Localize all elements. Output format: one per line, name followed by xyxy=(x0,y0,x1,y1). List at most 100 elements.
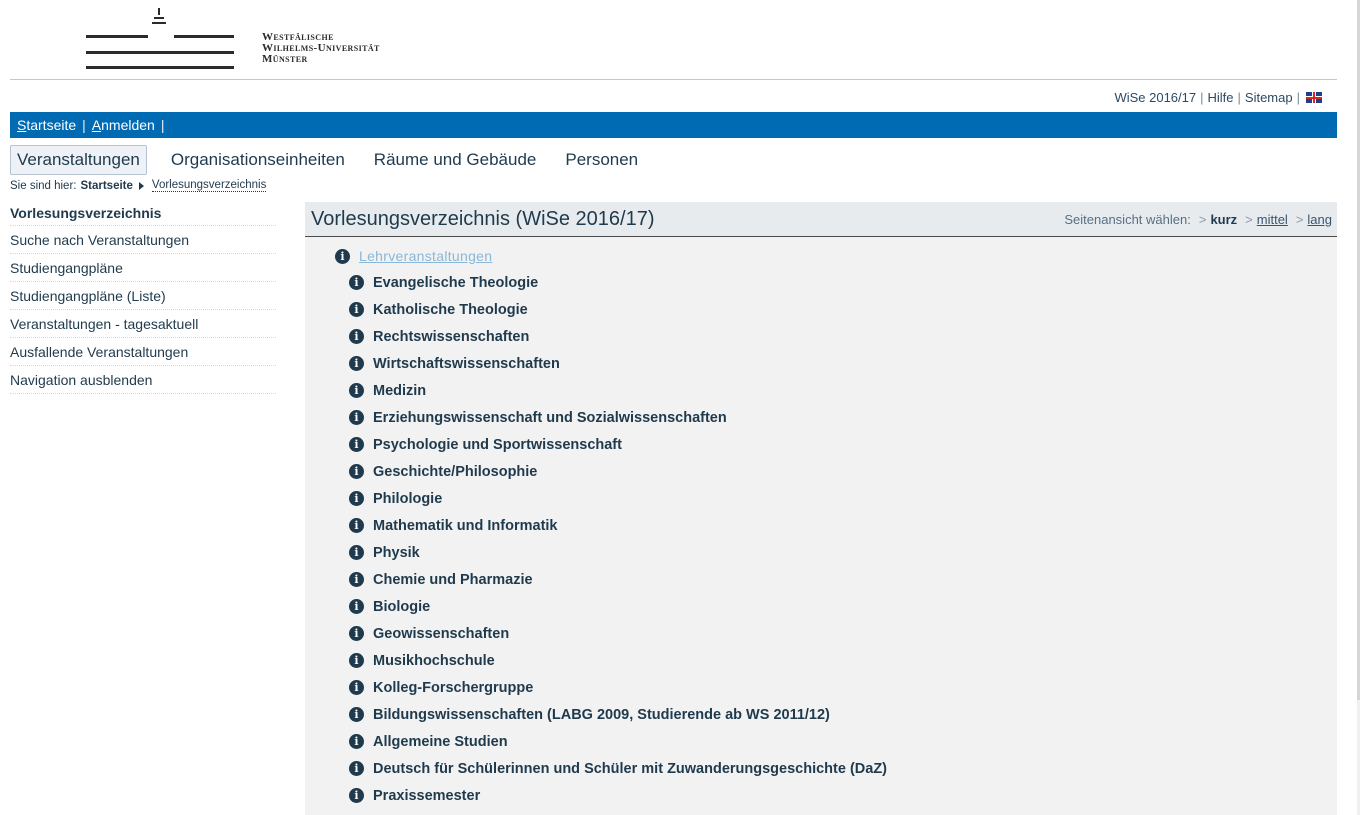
info-icon[interactable]: i xyxy=(349,788,364,803)
tree-item-label[interactable]: Philologie xyxy=(373,491,442,507)
info-icon[interactable]: i xyxy=(349,761,364,776)
info-icon[interactable]: i xyxy=(349,653,364,668)
tree-item-label[interactable]: Biologie xyxy=(373,599,430,615)
main-tabs: Veranstaltungen Organisationseinheiten R… xyxy=(10,143,662,177)
sitemap-link[interactable]: Sitemap xyxy=(1245,90,1293,105)
tree-item-label[interactable]: Praxissemester xyxy=(373,788,480,804)
tree-item: i Psychologie und Sportwissenschaft xyxy=(305,431,1337,458)
info-icon[interactable]: i xyxy=(349,572,364,587)
separator: | xyxy=(1200,90,1204,105)
tree-item-label[interactable]: Bildungswissenschaften (LABG 2009, Studi… xyxy=(373,707,830,723)
home-link[interactable]: Startseite xyxy=(17,117,76,133)
info-icon[interactable]: i xyxy=(349,626,364,641)
home-link-accesskey: S xyxy=(17,117,27,133)
tree-item: i Biologie xyxy=(305,593,1337,620)
separator: | xyxy=(1237,90,1241,105)
login-link-accesskey: A xyxy=(91,117,102,133)
chevron-right-icon: > xyxy=(1295,211,1304,227)
tree-item-label[interactable]: Rechtswissenschaften xyxy=(373,329,529,345)
tree-item: i Deutsch für Schülerinnen und Schüler mi… xyxy=(305,755,1337,782)
sidebar-item-studiengangplaene[interactable]: Studiengangpläne xyxy=(10,254,276,282)
info-icon[interactable]: i xyxy=(335,248,350,264)
info-icon[interactable]: i xyxy=(349,383,364,398)
tab-organisationseinheiten[interactable]: Organisationseinheiten xyxy=(166,145,350,175)
info-icon[interactable]: i xyxy=(349,329,364,344)
login-link[interactable]: Anmelden xyxy=(92,117,155,133)
breadcrumb-home[interactable]: Startseite xyxy=(80,180,132,192)
view-selector: Seitenansicht wählen: > kurz > mittel > … xyxy=(1064,212,1332,227)
tree-item-label[interactable]: Katholische Theologie xyxy=(373,302,528,318)
sidebar-item-suche[interactable]: Suche nach Veranstaltungen xyxy=(10,226,276,254)
view-mittel-link[interactable]: mittel xyxy=(1257,212,1288,227)
tab-raeume-und-gebaeude[interactable]: Räume und Gebäude xyxy=(369,145,542,175)
course-tree: i Lehrveranstaltungen i Evangelische Theo… xyxy=(305,237,1337,809)
info-icon[interactable]: i xyxy=(349,680,364,695)
logo-wordmark: Westfälische Wilhelms-Universität Münste… xyxy=(262,32,380,65)
view-lang-link[interactable]: lang xyxy=(1307,212,1332,227)
view-selector-label: Seitenansicht wählen: xyxy=(1064,211,1191,227)
help-link[interactable]: Hilfe xyxy=(1208,90,1234,105)
utility-links: WiSe 2016/17 | Hilfe | Sitemap | xyxy=(1114,90,1322,105)
info-icon[interactable]: i xyxy=(349,518,364,533)
info-icon[interactable]: i xyxy=(349,275,364,290)
breadcrumb-current[interactable]: Vorlesungsverzeichnis xyxy=(151,179,267,192)
page-title: Vorlesungsverzeichnis (WiSe 2016/17) xyxy=(311,207,655,230)
tree-item-label[interactable]: Chemie und Pharmazie xyxy=(373,572,533,588)
tree-item: i Wirtschaftswissenschaften xyxy=(305,350,1337,377)
tree-item: i Evangelische Theologie xyxy=(305,269,1337,296)
tree-item-label[interactable]: Medizin xyxy=(373,383,426,399)
info-icon[interactable]: i xyxy=(349,356,364,371)
info-icon[interactable]: i xyxy=(349,707,364,722)
university-logo[interactable]: Westfälische Wilhelms-Universität Münste… xyxy=(86,6,406,76)
info-icon[interactable]: i xyxy=(349,410,364,425)
logo-mark-icon xyxy=(86,8,234,69)
separator: | xyxy=(1296,90,1300,105)
tree-item-label[interactable]: Kolleg-Forschergruppe xyxy=(373,680,533,696)
tree-item: i Musikhochschule xyxy=(305,647,1337,674)
tree-item-label[interactable]: Erziehungswissenschaft und Sozialwissens… xyxy=(373,410,727,426)
semester-link[interactable]: WiSe 2016/17 xyxy=(1114,90,1196,105)
tree-item-label[interactable]: Mathematik und Informatik xyxy=(373,518,558,534)
info-icon[interactable]: i xyxy=(349,437,364,452)
tab-personen[interactable]: Personen xyxy=(560,145,643,175)
info-icon[interactable]: i xyxy=(349,491,364,506)
tree-item-label[interactable]: Musikhochschule xyxy=(373,653,495,669)
info-icon[interactable]: i xyxy=(349,599,364,614)
tree-item: i Katholische Theologie xyxy=(305,296,1337,323)
tree-item-label[interactable]: Physik xyxy=(373,545,420,561)
tree-item-label[interactable]: Deutsch für Schülerinnen und Schüler mit… xyxy=(373,761,887,777)
sidebar-item-ausfallende[interactable]: Ausfallende Veranstaltungen xyxy=(10,338,276,366)
chevron-right-icon: > xyxy=(1198,211,1207,227)
chevron-right-icon: > xyxy=(1245,211,1253,227)
info-icon[interactable]: i xyxy=(349,734,364,749)
tree-item: i Mathematik und Informatik xyxy=(305,512,1337,539)
info-icon[interactable]: i xyxy=(349,302,364,317)
tree-item: i Praxissemester xyxy=(305,782,1337,809)
uk-flag-icon[interactable] xyxy=(1306,92,1322,103)
sidebar-item-navigation-ausblenden[interactable]: Navigation ausblenden xyxy=(10,366,276,394)
tree-item-label[interactable]: Evangelische Theologie xyxy=(373,275,538,291)
tree-item-label[interactable]: Geowissenschaften xyxy=(373,626,509,642)
tree-item-label[interactable]: Geschichte/Philosophie xyxy=(373,464,537,480)
logo-line-3: Münster xyxy=(262,53,308,65)
tree-item-label[interactable]: Wirtschaftswissenschaften xyxy=(373,356,560,372)
info-icon[interactable]: i xyxy=(349,464,364,479)
tree-item-label[interactable]: Allgemeine Studien xyxy=(373,734,508,750)
tab-veranstaltungen[interactable]: Veranstaltungen xyxy=(10,145,147,175)
tree-item: i Erziehungswissenschaft und Sozialwissen… xyxy=(305,404,1337,431)
tree-item: i Chemie und Pharmazie xyxy=(305,566,1337,593)
top-nav-bar: Startseite | Anmelden | xyxy=(10,112,1337,138)
sidebar-item-vorlesungsverzeichnis[interactable]: Vorlesungsverzeichnis xyxy=(10,200,276,226)
info-icon[interactable]: i xyxy=(349,545,364,560)
tree-item: i Philologie xyxy=(305,485,1337,512)
sidebar-item-tagesaktuell[interactable]: Veranstaltungen - tagesaktuell xyxy=(10,310,276,338)
tree-item: i Allgemeine Studien xyxy=(305,728,1337,755)
content-header: Vorlesungsverzeichnis (WiSe 2016/17) Sei… xyxy=(305,202,1337,237)
separator: | xyxy=(160,117,165,133)
tree-item: i Geschichte/Philosophie xyxy=(305,458,1337,485)
tree-root-label[interactable]: Lehrveranstaltungen xyxy=(359,248,492,264)
breadcrumb: Sie sind hier: Startseite Vorlesungsverz… xyxy=(10,179,267,192)
sidebar-item-studiengangplaene-liste[interactable]: Studiengangpläne (Liste) xyxy=(10,282,276,310)
tree-item: i Medizin xyxy=(305,377,1337,404)
tree-item-label[interactable]: Psychologie und Sportwissenschaft xyxy=(373,437,622,453)
